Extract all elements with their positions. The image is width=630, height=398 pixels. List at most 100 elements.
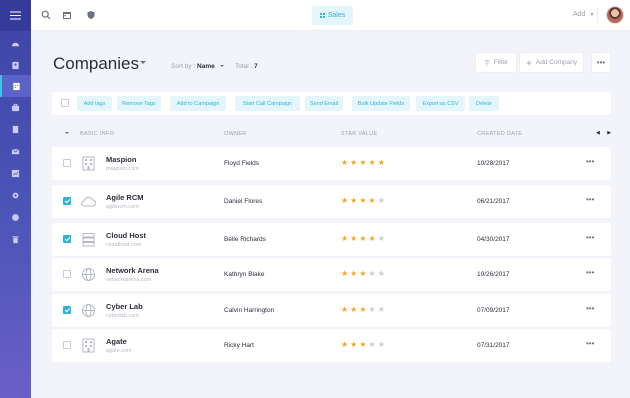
company-name[interactable]: Cloud Host [106, 231, 146, 240]
star-icon[interactable]: ★ [359, 159, 366, 167]
star-icon[interactable]: ★ [359, 235, 366, 243]
column-header-basic-info[interactable]: BASIC INFO [80, 131, 114, 137]
star-icon[interactable]: ★ [378, 159, 385, 167]
row-more-button[interactable]: ••• [586, 157, 594, 166]
sidebar-item-dashboard[interactable] [0, 33, 31, 55]
star-icon[interactable]: ★ [341, 270, 348, 278]
column-header-owner[interactable]: OWNER [224, 131, 247, 137]
star-icon[interactable]: ★ [359, 341, 366, 349]
bulk-send-email-button[interactable]: Send Email [305, 96, 343, 111]
company-name[interactable]: Network Arena [106, 266, 159, 275]
table-row[interactable]: Cyber Lab cyberlab.com Calvin Harrington ★ ★… [52, 294, 611, 327]
column-header-created-date[interactable]: CREATED DATE [477, 131, 522, 137]
sort-by-dropdown[interactable]: Sort by : Name [171, 63, 224, 70]
star-icon[interactable]: ★ [350, 270, 357, 278]
sidebar-item-mail[interactable] [0, 140, 31, 162]
row-checkbox[interactable] [63, 235, 71, 243]
table-row[interactable]: Agate agate.com Ricky Hart ★ ★ ★ ★ ★ 07/31/2017 •… [52, 329, 611, 362]
star-rating[interactable]: ★ ★ ★ ★ ★ [341, 270, 385, 278]
star-rating[interactable]: ★ ★ ★ ★ ★ [341, 159, 385, 167]
table-row[interactable]: Network Arena networkarena.com Kathryn Bla… [52, 258, 611, 291]
star-icon[interactable]: ★ [341, 306, 348, 314]
menu-icon[interactable] [0, 0, 31, 31]
star-icon[interactable]: ★ [369, 270, 376, 278]
avatar[interactable] [606, 6, 624, 24]
sidebar-item-companies[interactable] [0, 75, 31, 97]
company-website[interactable]: maspion.com [106, 166, 139, 172]
add-company-button[interactable]: Add Company [519, 52, 584, 73]
row-more-button[interactable]: ••• [586, 195, 594, 204]
sidebar-item-contacts[interactable] [0, 54, 31, 76]
star-icon[interactable]: ★ [350, 235, 357, 243]
more-button[interactable]: ••• [591, 52, 611, 73]
star-rating[interactable]: ★ ★ ★ ★ ★ [341, 235, 385, 243]
column-scroll-arrows-icon[interactable]: ◀ ▶ [596, 130, 614, 136]
company-name[interactable]: Agile RCM [106, 193, 144, 202]
sales-switcher[interactable]: Sales [312, 6, 353, 25]
sidebar-item-documents[interactable] [0, 118, 31, 140]
star-icon[interactable]: ★ [341, 235, 348, 243]
row-checkbox[interactable] [63, 306, 71, 314]
sidebar-item-trash[interactable] [0, 228, 31, 250]
table-row[interactable]: Agile RCM agilercm.com Daniel Flores ★ ★ ★ ★ ★ 0… [52, 185, 611, 218]
row-more-button[interactable]: ••• [586, 268, 594, 277]
star-icon[interactable]: ★ [350, 197, 357, 205]
sidebar-item-settings[interactable] [0, 184, 31, 206]
shield-icon[interactable] [86, 10, 96, 20]
star-icon[interactable]: ★ [378, 341, 385, 349]
column-header-star-value[interactable]: STAR VALUE [341, 131, 377, 137]
search-icon[interactable] [41, 10, 51, 20]
star-icon[interactable]: ★ [378, 270, 385, 278]
star-icon[interactable]: ★ [378, 197, 385, 205]
star-icon[interactable]: ★ [359, 306, 366, 314]
sidebar-item-help[interactable] [0, 206, 31, 228]
company-website[interactable]: agate.com [106, 348, 132, 354]
star-icon[interactable]: ★ [369, 341, 376, 349]
row-more-button[interactable]: ••• [586, 339, 594, 348]
bulk-add-tags-button[interactable]: Add tags [77, 96, 112, 111]
bulk-update-fields-button[interactable]: Bulk Update Fields [352, 96, 410, 111]
star-icon[interactable]: ★ [350, 341, 357, 349]
star-rating[interactable]: ★ ★ ★ ★ ★ [341, 341, 385, 349]
star-rating[interactable]: ★ ★ ★ ★ ★ [341, 197, 385, 205]
company-website[interactable]: networkarena.com [106, 277, 151, 283]
star-rating[interactable]: ★ ★ ★ ★ ★ [341, 306, 385, 314]
company-website[interactable]: agilercm.com [106, 204, 139, 210]
row-checkbox[interactable] [63, 159, 71, 167]
calendar-icon[interactable] [62, 10, 72, 20]
star-icon[interactable]: ★ [378, 235, 385, 243]
bulk-delete-button[interactable]: Delete [469, 96, 499, 111]
row-more-button[interactable]: ••• [586, 233, 594, 242]
filter-button[interactable]: Filter [475, 52, 517, 73]
company-name[interactable]: Maspion [106, 155, 136, 164]
star-icon[interactable]: ★ [350, 306, 357, 314]
star-icon[interactable]: ★ [341, 159, 348, 167]
company-name[interactable]: Agate [106, 337, 127, 346]
bulk-add-to-campaign-button[interactable]: Add to Campaign [170, 96, 226, 111]
company-website[interactable]: cyberlab.com [106, 313, 139, 319]
star-icon[interactable]: ★ [350, 159, 357, 167]
star-icon[interactable]: ★ [341, 341, 348, 349]
bulk-remove-tags-button[interactable]: Remove Tags [117, 96, 161, 111]
star-icon[interactable]: ★ [369, 159, 376, 167]
company-website[interactable]: cloudhost.com [106, 242, 141, 248]
add-dropdown[interactable]: Add ▼ [573, 11, 594, 18]
star-icon[interactable]: ★ [341, 197, 348, 205]
bulk-export-csv-button[interactable]: Export as CSV [416, 96, 465, 111]
table-row[interactable]: Cloud Host cloudhost.com Belle Richards ★ ★ ★… [52, 223, 611, 256]
star-icon[interactable]: ★ [359, 197, 366, 205]
row-checkbox[interactable] [63, 197, 71, 205]
sidebar-item-deals[interactable] [0, 96, 31, 118]
bulk-start-call-campaign-button[interactable]: Start Call Campaign [235, 96, 300, 111]
row-checkbox[interactable] [63, 270, 71, 278]
star-icon[interactable]: ★ [378, 306, 385, 314]
star-icon[interactable]: ★ [369, 235, 376, 243]
row-more-button[interactable]: ••• [586, 304, 594, 313]
company-name[interactable]: Cyber Lab [106, 302, 143, 311]
star-icon[interactable]: ★ [369, 197, 376, 205]
title-dropdown-icon[interactable] [140, 61, 146, 64]
table-row[interactable]: Maspion maspion.com Floyd Fields ★ ★ ★ ★ ★ 10/28… [52, 147, 611, 180]
star-icon[interactable]: ★ [359, 270, 366, 278]
row-checkbox[interactable] [63, 341, 71, 349]
select-all-checkbox[interactable] [61, 99, 69, 107]
